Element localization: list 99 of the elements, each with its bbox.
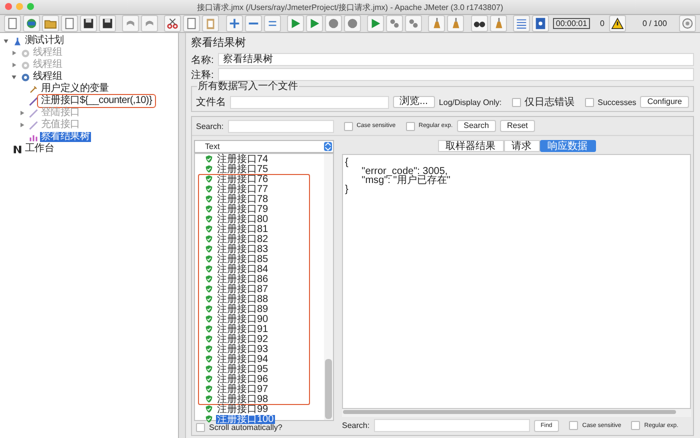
tree-node[interactable]: 注册接口${__counter(,10)} (40, 96, 153, 106)
expand-arrow-icon[interactable] (19, 110, 25, 116)
page-icon[interactable] (4, 15, 21, 32)
sample-item[interactable]: 注册接口95 (216, 364, 270, 374)
sample-item[interactable]: 注册接口97 (216, 384, 270, 394)
stop-icon[interactable] (324, 15, 342, 32)
binoculars-icon[interactable] (470, 15, 488, 32)
stop-icon[interactable] (344, 15, 361, 32)
expand-arrow-icon[interactable] (19, 122, 25, 128)
expand-arrow-icon[interactable] (11, 62, 17, 68)
comment-label: 注释: (191, 68, 214, 80)
reset-button[interactable]: Reset (500, 120, 535, 132)
search-field[interactable] (374, 419, 530, 432)
tree-node[interactable]: 工作台 (24, 144, 56, 154)
sample-item[interactable]: 注册接口74 (216, 154, 270, 164)
checkbox[interactable] (512, 98, 521, 106)
sample-item[interactable]: 注册接口79 (216, 204, 270, 214)
collapse-arrow-icon[interactable] (11, 74, 17, 80)
thread-count: 0 / 100 (642, 19, 667, 28)
play-icon[interactable] (286, 15, 304, 32)
sample-item[interactable]: 注册接口89 (216, 304, 270, 314)
sample-item[interactable]: 注册接口77 (216, 184, 270, 194)
scissors-icon[interactable] (164, 15, 182, 32)
sample-item[interactable]: 注册接口91 (216, 324, 270, 334)
file-name-field[interactable] (230, 96, 389, 108)
scrollbar-thumb[interactable] (325, 359, 332, 419)
error-count: 0 (600, 19, 604, 28)
tab[interactable]: 取样器结果 (438, 140, 504, 152)
close-icon[interactable] (5, 3, 12, 10)
search-label: Search: (196, 122, 224, 130)
checkbox[interactable] (584, 98, 594, 106)
search-field[interactable] (228, 120, 334, 132)
folder-icon[interactable] (42, 15, 59, 32)
collapse-arrow-icon[interactable] (3, 38, 9, 44)
checkbox-label: 仅日志错误 (524, 96, 575, 109)
sample-item[interactable]: 注册接口99 (216, 404, 270, 414)
panel-title: 察看结果树 (191, 36, 247, 51)
tree-node[interactable]: 测试计划 (24, 36, 65, 46)
checkbox[interactable] (631, 421, 640, 430)
elapsed-time: 00:00:01 (552, 18, 590, 29)
renderer-dropdown[interactable]: Text (194, 140, 334, 153)
sample-item[interactable]: 注册接口96 (216, 374, 270, 384)
broom-icon[interactable] (428, 15, 446, 32)
undo-icon[interactable] (122, 15, 140, 32)
search-label: Search: (342, 421, 370, 430)
clipboard-icon[interactable] (202, 15, 220, 32)
checkbox-label: Scroll automatically? (209, 423, 282, 432)
play-icon[interactable] (367, 15, 384, 32)
sample-item[interactable]: 注册接口92 (216, 334, 270, 344)
tree-node[interactable]: 用户定义的变量 (40, 84, 110, 94)
search-button[interactable]: Search (456, 120, 496, 132)
page-icon[interactable] (183, 15, 200, 32)
tab[interactable]: 响应数据 (540, 140, 596, 152)
caret-icon (324, 142, 332, 151)
window-title: 接口请求.jmx (/Users/ray/JmeterProject/接口请求.jmx) - Apache JMeter (3.0 r1743807) (196, 2, 504, 12)
save-icon[interactable] (99, 15, 116, 32)
redo-icon[interactable] (141, 15, 158, 32)
zoom-icon[interactable] (27, 3, 34, 10)
configure-button[interactable]: Configure (640, 96, 689, 108)
response-text: { "error_code": 3005, "msg": "用户已存在" } (342, 154, 691, 409)
sample-item[interactable]: 注册接口81 (216, 224, 270, 234)
sample-item[interactable]: 注册接口82 (216, 234, 270, 244)
name-field[interactable]: 察看结果树 (218, 53, 694, 66)
play-icon[interactable] (306, 15, 323, 32)
scrollbar-thumb[interactable] (343, 410, 676, 414)
page-icon[interactable] (61, 15, 78, 32)
sample-item[interactable]: 注册接口80 (216, 214, 270, 224)
tab[interactable]: 请求 (504, 140, 540, 152)
sample-item[interactable]: 注册接口87 (216, 284, 270, 294)
checkbox[interactable] (569, 421, 578, 430)
expand-arrow-icon[interactable] (11, 50, 17, 56)
group-legend: 所有数据写入一个文件 (197, 81, 299, 92)
sample-item[interactable]: 注册接口75 (216, 164, 270, 174)
checkbox[interactable] (406, 122, 415, 130)
name-label: 名称: (191, 54, 214, 66)
sample-item[interactable]: 注册接口84 (216, 264, 270, 274)
sample-item[interactable]: 注册接口88 (216, 294, 270, 304)
plus-icon[interactable] (226, 15, 243, 32)
sample-item[interactable]: 注册接口86 (216, 274, 270, 284)
checkbox[interactable] (196, 423, 205, 432)
warning-icon[interactable] (609, 15, 626, 32)
tree-node[interactable]: 线程组 (32, 72, 64, 82)
sample-item[interactable]: 注册接口93 (216, 344, 270, 354)
sample-item[interactable]: 注册接口98 (216, 394, 270, 404)
checkbox-label: Successes (598, 98, 636, 106)
comment-field[interactable] (218, 68, 694, 81)
sample-item[interactable]: 注册接口83 (216, 244, 270, 254)
sample-item[interactable]: 注册接口90 (216, 314, 270, 324)
sample-item[interactable]: 注册接口78 (216, 194, 270, 204)
log-display-label: Log/Display Only: (438, 98, 502, 106)
browse-button[interactable]: 浏览... (392, 96, 435, 108)
sample-item[interactable]: 注册接口85 (216, 254, 270, 264)
checkbox[interactable] (344, 122, 353, 130)
list-icon[interactable] (512, 15, 530, 32)
broom-icon[interactable] (447, 15, 464, 32)
minus-icon[interactable] (244, 15, 262, 32)
save-icon[interactable] (80, 15, 97, 32)
sample-item[interactable]: 注册接口94 (216, 354, 270, 364)
file-label: 文件名 (196, 96, 226, 109)
